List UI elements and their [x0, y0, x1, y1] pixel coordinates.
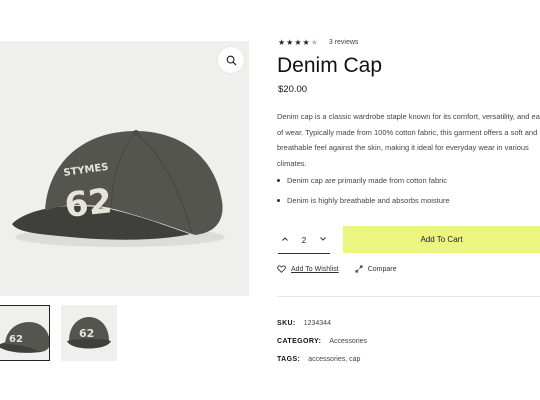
tags-row: TAGS: accessories, cap	[277, 356, 360, 363]
quantity-stepper[interactable]: 2	[278, 227, 330, 254]
heart-icon	[277, 265, 286, 273]
chevron-up-icon	[282, 237, 288, 241]
quantity-increase-button[interactable]	[316, 235, 330, 245]
product-title: Denim Cap	[277, 54, 383, 77]
section-divider	[277, 296, 540, 297]
product-description: Denim cap is a classic wardrobe staple k…	[277, 112, 540, 168]
product-actions: Add To Wishlist Compare	[277, 265, 397, 273]
compare-label[interactable]: Compare	[368, 266, 397, 273]
feature-list: Denim cap are primarily made from cotton…	[277, 174, 450, 214]
reviews-link[interactable]: 3 reviews	[329, 39, 359, 46]
star-icon: ★	[278, 38, 287, 47]
cap-front-thumb-image: 62	[67, 317, 111, 349]
category-row: CATEGORY: Accessories	[277, 338, 367, 345]
wishlist-link[interactable]: Add To Wishlist	[277, 265, 339, 273]
chevron-down-icon	[320, 237, 326, 241]
zoom-button[interactable]	[218, 47, 244, 73]
cap-illustration: STYMES 62	[12, 130, 225, 247]
star-icon: ★	[302, 38, 311, 47]
sku-row: SKU: 1234344	[277, 320, 331, 327]
feature-item: Denim cap are primarily made from cotton…	[277, 174, 450, 194]
star-empty-icon: ★	[310, 38, 319, 47]
quantity-value[interactable]: 2	[302, 236, 306, 245]
product-main-image[interactable]: STYMES 62	[0, 41, 249, 296]
thumbnail-side[interactable]: 62	[0, 305, 50, 361]
svg-text:62: 62	[63, 181, 114, 226]
tags-links[interactable]: accessories, cap	[308, 356, 360, 363]
tags-key: TAGS:	[277, 356, 301, 363]
feature-item: Denim is highly breathable and absorbs m…	[277, 194, 450, 214]
cap-side-thumb-image: 62	[0, 322, 49, 353]
rating-stars: ★★★★★	[278, 38, 319, 47]
category-key: CATEGORY:	[277, 338, 322, 345]
compare-arrows-icon	[355, 265, 363, 273]
quantity-decrease-button[interactable]	[278, 235, 292, 245]
svg-text:62: 62	[9, 334, 23, 345]
wishlist-label[interactable]: Add To Wishlist	[291, 266, 339, 273]
add-to-cart-button[interactable]: Add To Cart	[343, 226, 540, 253]
thumbnail-front[interactable]: 62	[61, 305, 117, 361]
star-icon: ★	[294, 38, 303, 47]
sku-value: 1234344	[303, 320, 331, 327]
category-link[interactable]: Accessories	[329, 338, 367, 345]
tabs-row-partial	[0, 394, 230, 400]
magnifier-icon	[226, 55, 236, 65]
svg-text:62: 62	[79, 327, 94, 340]
compare-link[interactable]: Compare	[355, 265, 397, 273]
product-rating: ★★★★★ 3 reviews	[278, 38, 358, 47]
sku-key: SKU:	[277, 320, 296, 327]
product-price: $20.00	[278, 84, 308, 95]
